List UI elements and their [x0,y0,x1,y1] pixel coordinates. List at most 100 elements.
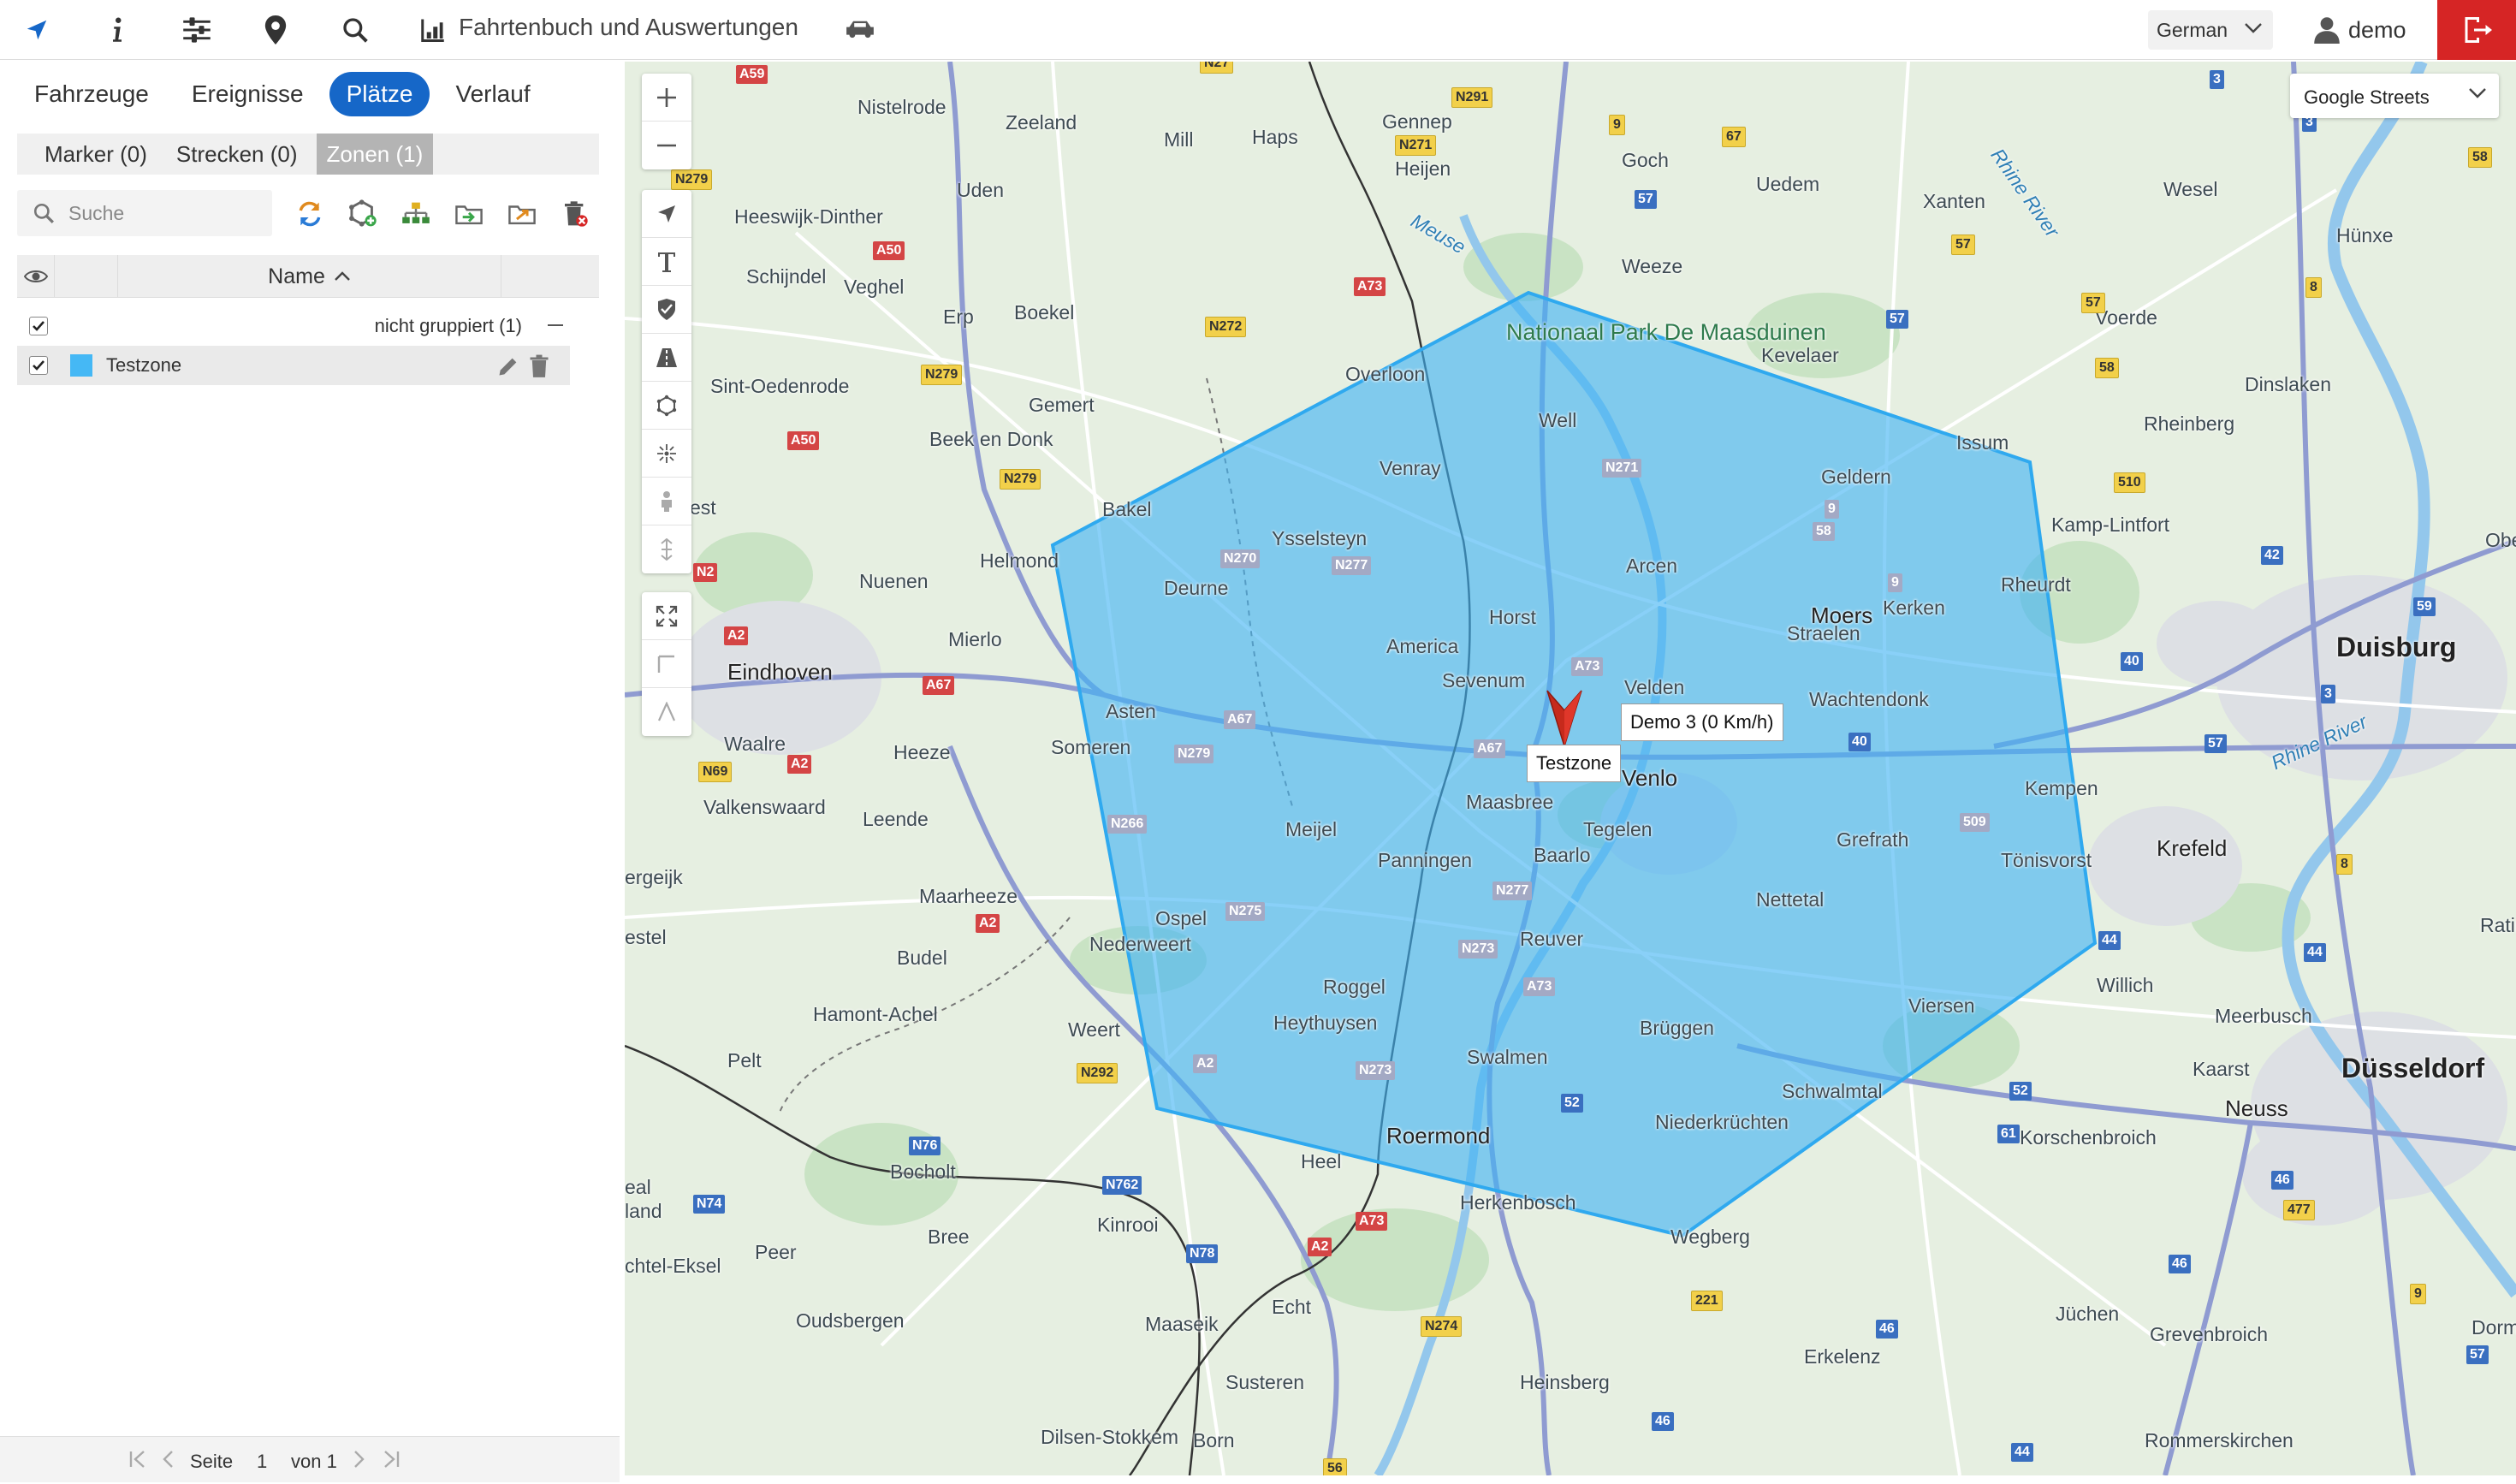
collapse-group-icon[interactable] [548,324,563,326]
road-shield: 57 [2466,1345,2489,1364]
place-label: Jüchen [2056,1303,2119,1326]
road-shield: 44 [2098,931,2121,950]
eye-icon[interactable] [17,255,55,298]
place-label: Swalmen [1467,1046,1548,1069]
zone-color-swatch [70,354,92,377]
road-shield: N270 [1220,549,1260,568]
place-label: Valkenswaard [703,796,826,819]
place-label: Bree [928,1226,970,1249]
row-checkbox[interactable] [29,356,48,375]
place-label: Well [1539,409,1576,432]
add-zone-icon[interactable] [344,195,382,233]
group-checkbox[interactable] [29,317,48,335]
road-shield: N272 [1205,317,1246,337]
subtab-zonen[interactable]: Zonen (1) [317,134,434,175]
road-shield: 8 [2336,854,2353,875]
language-select[interactable]: German [2148,10,2273,50]
zoom-in-button[interactable] [642,74,691,122]
road-shield: 9 [1825,500,1839,519]
road-shield: 52 [1561,1094,1583,1113]
trash-icon[interactable] [529,354,549,378]
road-shield: 57 [1951,234,1975,255]
text-tool[interactable] [642,238,691,286]
refresh-icon[interactable] [291,195,329,233]
folder-export-icon[interactable] [503,195,541,233]
place-label: Haps [1252,126,1298,149]
user-menu[interactable]: demo [2314,12,2406,48]
person-tool[interactable] [642,478,691,525]
shield-tool[interactable] [642,286,691,334]
road-shield: 56 [1323,1458,1347,1475]
table-row[interactable]: Testzone [17,346,570,385]
folder-import-icon[interactable] [450,195,488,233]
arrows-vertical-icon [658,538,675,561]
chart-icon[interactable] [411,9,454,51]
next-page-icon[interactable] [353,1449,366,1469]
sub-tabs: Marker (0) Strecken (0) Zonen (1) [17,134,599,175]
route-tool[interactable] [642,334,691,382]
road-shield: N279 [1174,745,1213,763]
sort-asc-icon [334,271,351,282]
info-icon[interactable] [96,9,139,51]
page-number-input[interactable]: 1 [257,1451,267,1473]
chevron-down-icon [2244,22,2263,34]
text-icon [656,251,677,273]
map-type-select[interactable]: Google Streets [2290,74,2499,118]
radius-tool[interactable] [642,430,691,478]
place-label: Erp [943,306,974,329]
place-label: Horst [1489,606,1536,629]
road-shield: N277 [1332,556,1371,575]
user-icon [2314,16,2340,44]
angle-tool[interactable] [642,688,691,736]
search-icon[interactable] [334,9,377,51]
pencil-icon[interactable] [496,354,520,378]
elevation-tool[interactable] [642,525,691,573]
tab-ereignisse[interactable]: Ereignisse [175,72,321,116]
road-shield: N78 [1186,1244,1218,1263]
tab-fahrzeuge[interactable]: Fahrzeuge [17,72,166,116]
place-label: Erkelenz [1804,1345,1880,1368]
draw-tools [642,190,691,573]
place-label: Heythuysen [1273,1012,1377,1035]
column-header-name[interactable]: Name [118,255,501,298]
zoom-out-button[interactable] [642,122,691,169]
road-shield: 3 [2210,70,2224,89]
search-input[interactable] [68,190,265,236]
map-pin-icon[interactable] [254,9,297,51]
fullscreen-button[interactable] [642,592,691,640]
tab-verlauf[interactable]: Verlauf [438,72,547,116]
subtab-marker[interactable]: Marker (0) [17,134,157,175]
road-shield: 9 [1888,573,1902,592]
place-label: Xanten [1923,190,1985,213]
person-icon [657,490,676,513]
first-page-icon[interactable] [128,1449,147,1469]
road-shield: 46 [1652,1412,1674,1431]
road-shield: N27 [1200,62,1233,74]
place-label: America [1386,635,1458,658]
prev-page-icon[interactable] [161,1449,175,1469]
measure-tool[interactable] [642,640,691,688]
sliders-icon[interactable] [175,9,218,51]
location-arrow-icon[interactable] [15,9,58,51]
road-shield: N277 [1492,881,1532,900]
place-label: Weert [1068,1018,1120,1042]
road-shield: A67 [1224,710,1255,729]
page-label: Seite [190,1451,233,1473]
delete-all-icon[interactable] [556,195,594,233]
subtab-strecken[interactable]: Strecken (0) [166,134,308,175]
map-view[interactable]: Nistelrode Zeeland Mill Haps Gennep Heij… [625,62,2516,1475]
place-label: Düsseldorf [2341,1053,2484,1084]
place-label: land [625,1200,662,1223]
place-label: Uden [957,179,1004,202]
logout-button[interactable] [2437,0,2516,60]
navigate-tool[interactable] [642,190,691,238]
place-label: Oudsbergen [796,1309,905,1333]
place-label: Nettetal [1756,888,1824,911]
place-label: Korschenbroich [2020,1126,2157,1149]
group-tree-icon[interactable] [397,195,435,233]
place-label: Grevenbroich [2150,1323,2268,1346]
last-page-icon[interactable] [382,1449,401,1469]
polygon-tool[interactable] [642,382,691,430]
vehicle-icon[interactable] [839,9,881,51]
tab-platze[interactable]: Plätze [329,72,430,116]
